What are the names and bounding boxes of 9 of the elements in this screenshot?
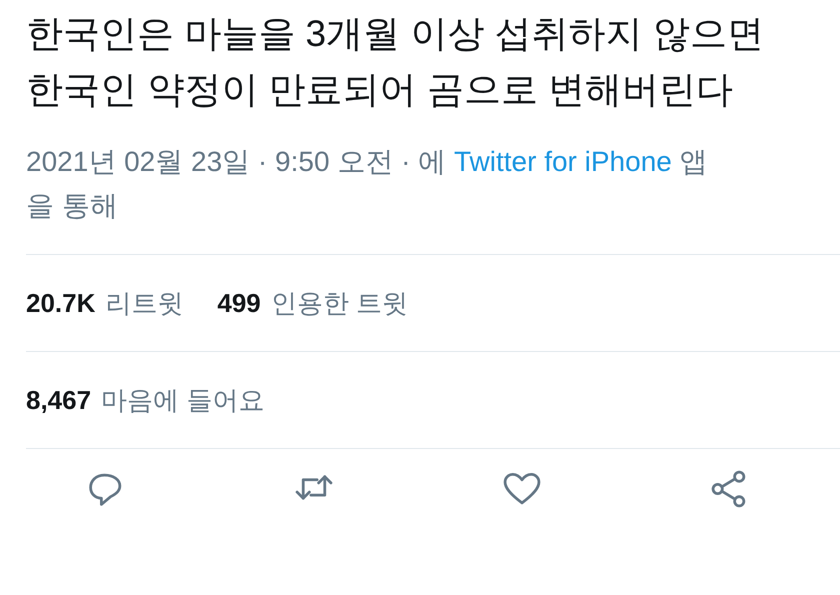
like-label: 마음에 들어요 <box>101 384 264 416</box>
stat-label: 인용한 트윗 <box>270 286 408 320</box>
tweet-text: 한국인은 마늘을 3개월 이상 섭취하지 않으면 한국인 약정이 만료되어 곰으로 변해버린다 <box>26 12 765 112</box>
tweet-metadata: 2021년 02월 23일 · 9:50 오전 · 에 Twitter for iPhone 앱을 통해 <box>26 145 709 223</box>
stat-count: 499 <box>217 288 261 318</box>
stat-count: 20.7K <box>26 288 96 318</box>
source-link[interactable]: Twitter for iPhone <box>454 146 672 177</box>
like-count: 8,467 <box>26 384 92 416</box>
stat-label: 리트윗 <box>105 286 184 320</box>
